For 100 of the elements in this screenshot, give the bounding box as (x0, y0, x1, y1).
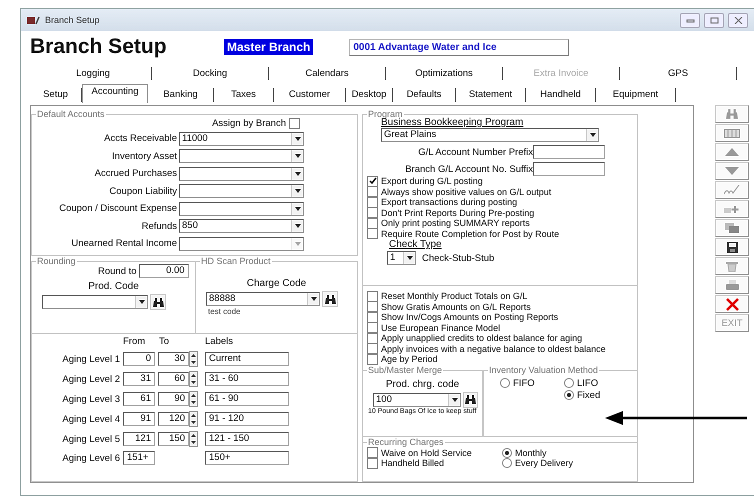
group-title: Recurring Charges (367, 436, 445, 448)
suffix-field[interactable] (533, 162, 605, 176)
signature-button[interactable] (715, 181, 749, 199)
to-field[interactable]: 60 (158, 372, 189, 386)
radio-button[interactable] (502, 448, 512, 458)
tab[interactable]: Accounting (82, 84, 148, 103)
spinner-icon[interactable] (189, 431, 198, 447)
label-field[interactable]: 91 - 120 (205, 412, 289, 426)
tab[interactable]: GPS (620, 66, 737, 80)
branch-field[interactable]: 0001 Advantage Water and Ice (349, 38, 570, 56)
group-title: Sub/Master Merge (367, 364, 444, 376)
checkbox[interactable] (367, 312, 378, 323)
checkbox[interactable] (367, 176, 378, 187)
from-field[interactable]: 61 (123, 392, 155, 406)
field-label: Inventory Asset (111, 150, 178, 162)
dropdown[interactable]: 88888 (206, 292, 320, 306)
checkbox[interactable] (289, 118, 300, 129)
checkbox[interactable] (367, 186, 378, 198)
save-button[interactable] (715, 238, 749, 256)
dropdown[interactable]: 100 (373, 392, 462, 406)
add-button[interactable] (715, 200, 749, 218)
label-field[interactable]: 150+ (205, 451, 289, 465)
checkbox[interactable] (367, 218, 378, 229)
dropdown[interactable] (179, 149, 304, 164)
tab[interactable]: Customer (274, 88, 346, 102)
dropdown[interactable]: 1 (387, 251, 416, 265)
radio-button[interactable] (500, 378, 510, 388)
checkbox[interactable] (367, 354, 378, 365)
up-triangle-icon (725, 148, 739, 156)
label-field[interactable]: Current (205, 352, 289, 366)
label-field[interactable]: 121 - 150 (205, 432, 289, 446)
maximize-button[interactable] (704, 12, 724, 28)
to-field[interactable]: 150 (158, 432, 189, 446)
tab[interactable]: Statement (456, 88, 526, 102)
checkbox[interactable] (367, 458, 378, 469)
spinner-icon[interactable] (189, 391, 198, 407)
radio-button[interactable] (564, 378, 574, 388)
print-button[interactable] (715, 276, 749, 294)
search-button[interactable] (322, 291, 338, 307)
checkbox[interactable] (367, 301, 378, 312)
binoculars-icon (726, 109, 738, 119)
tab[interactable]: Defaults (393, 88, 456, 102)
spinner-icon[interactable] (189, 351, 198, 367)
from-field[interactable]: 31 (123, 372, 155, 386)
from-field[interactable]: 0 (123, 352, 155, 366)
from-field[interactable]: 121 (123, 432, 155, 446)
checkbox[interactable] (367, 343, 378, 354)
spinner-icon[interactable] (189, 411, 198, 427)
field-label: Round to (98, 266, 137, 276)
checkbox[interactable] (367, 228, 378, 240)
field-label: Accts Receivable (103, 133, 178, 144)
grid-button[interactable] (715, 124, 749, 142)
close-button[interactable] (728, 12, 748, 28)
to-field[interactable]: 30 (158, 352, 189, 366)
checkbox-label: Handheld Billed (381, 458, 444, 468)
tab[interactable]: Taxes (214, 88, 274, 102)
down-triangle-icon (725, 167, 739, 175)
dropdown[interactable] (42, 295, 148, 309)
checkbox-label: Apply unapplied credits to oldest balance for aging (381, 333, 582, 344)
tab[interactable]: Docking (152, 66, 269, 80)
checkbox[interactable] (367, 207, 378, 218)
dropdown[interactable]: 850 (179, 219, 304, 234)
down-button[interactable] (715, 162, 749, 180)
search-button[interactable] (150, 294, 166, 310)
minimize-button[interactable] (680, 12, 700, 28)
to-field[interactable]: 120 (158, 412, 189, 426)
spinner-icon[interactable] (189, 371, 198, 387)
dropdown[interactable] (179, 184, 304, 198)
radio-button[interactable] (502, 458, 512, 468)
from-field[interactable]: 91 (123, 412, 155, 426)
checkbox-label: Require Route Completion for Post by Route (381, 228, 560, 239)
tab[interactable]: Calendars (269, 66, 386, 80)
dropdown[interactable]: Great Plains (381, 128, 599, 142)
checkbox[interactable] (367, 447, 378, 458)
field-label: Accrued Purchases (94, 168, 178, 180)
tab[interactable]: Handheld (526, 88, 596, 102)
round-to-field[interactable]: 0.00 (138, 264, 189, 278)
tab[interactable]: Logging (35, 66, 152, 80)
tab[interactable]: Banking (148, 88, 214, 102)
field-label: Aging Level 5 (61, 434, 120, 444)
checkbox[interactable] (367, 322, 378, 334)
to-field[interactable]: 90 (158, 392, 189, 406)
tab[interactable]: Equipment (596, 88, 676, 102)
dropdown[interactable] (179, 202, 304, 216)
prefix-field[interactable] (533, 145, 605, 159)
search-button[interactable] (463, 392, 478, 408)
radio-button[interactable] (564, 390, 574, 400)
page-title: Branch Setup (30, 35, 168, 59)
up-button[interactable] (715, 143, 749, 161)
dropdown[interactable] (179, 166, 304, 181)
label-field[interactable]: 31 - 60 (205, 372, 289, 386)
checkbox[interactable] (367, 332, 378, 344)
tab[interactable]: Desktop (346, 88, 393, 102)
checkbox[interactable] (367, 196, 378, 208)
checkbox[interactable] (367, 290, 378, 302)
dropdown[interactable]: 11000 (179, 132, 304, 146)
label-field[interactable]: 61 - 90 (205, 392, 289, 406)
close-button[interactable] (715, 295, 749, 313)
from-field[interactable]: 151+ (123, 451, 155, 465)
tab[interactable]: Optimizations (386, 66, 503, 80)
